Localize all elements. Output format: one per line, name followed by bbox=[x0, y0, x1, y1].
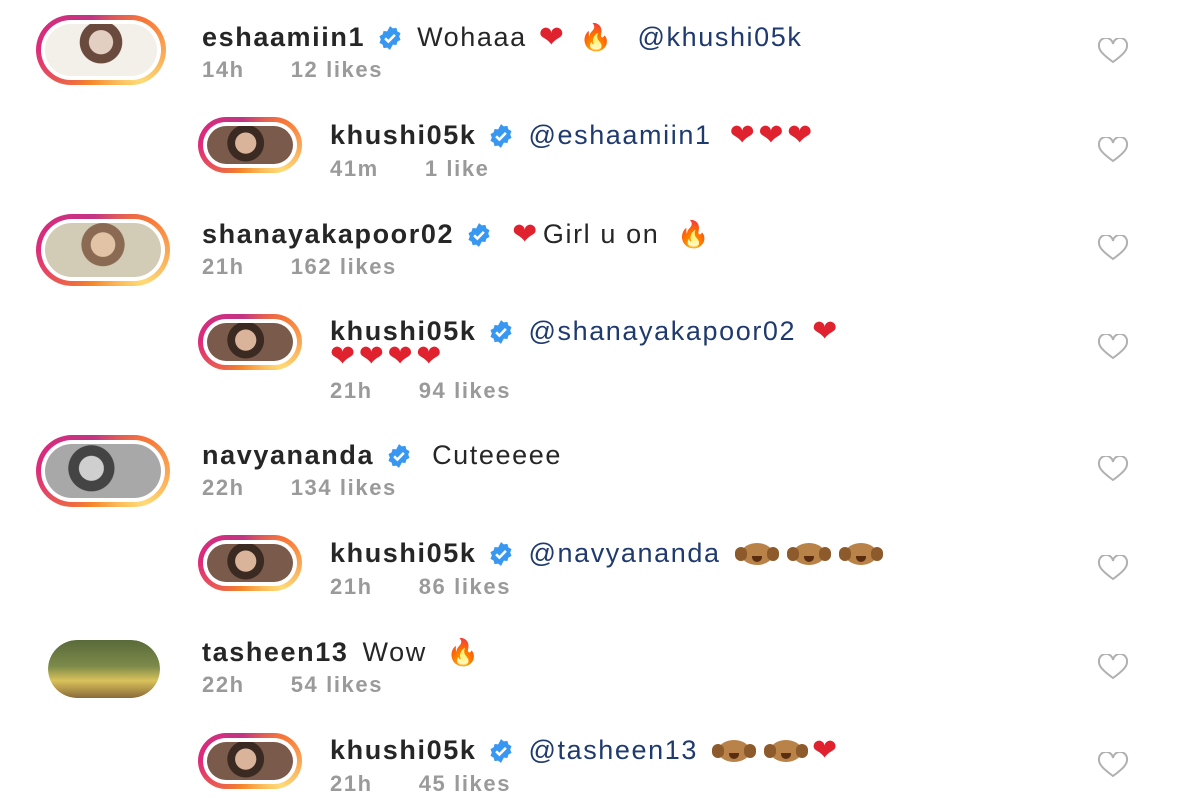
heart-emoji-icon: ❤ bbox=[358, 339, 386, 374]
like-heart-icon[interactable] bbox=[1096, 38, 1130, 64]
comment-likes[interactable]: 134 likes bbox=[291, 475, 397, 500]
heart-emoji-icon: ❤ bbox=[729, 117, 757, 153]
comment-mention[interactable]: @eshaamiin1 bbox=[528, 120, 711, 151]
verified-badge-icon bbox=[388, 443, 410, 468]
comment-mention[interactable]: @shanayakapoor02 bbox=[528, 316, 796, 347]
heart-emoji-icon: ❤ bbox=[812, 313, 839, 349]
comment-time: 22h bbox=[202, 475, 245, 500]
avatar[interactable] bbox=[198, 314, 302, 370]
comment-time: 21h bbox=[330, 771, 373, 796]
comment-username[interactable]: eshaamiin1 bbox=[202, 22, 365, 53]
heart-emoji-icon: ❤ bbox=[812, 732, 839, 768]
comment-username[interactable]: khushi05k bbox=[330, 538, 476, 569]
like-heart-icon[interactable] bbox=[1096, 654, 1130, 680]
heart-emoji-icon: ❤ bbox=[787, 117, 814, 153]
speak-no-evil-monkey-emoji-icon bbox=[764, 738, 808, 764]
heart-emoji-icon: ❤ bbox=[758, 117, 786, 153]
comment-time: 21h bbox=[330, 574, 373, 599]
avatar[interactable] bbox=[36, 214, 170, 286]
comment-likes[interactable]: 12 likes bbox=[291, 57, 383, 82]
like-heart-icon[interactable] bbox=[1096, 555, 1130, 581]
comment-text: Cuteeeee bbox=[432, 440, 562, 470]
comment-likes[interactable]: 45 likes bbox=[419, 771, 511, 796]
like-heart-icon[interactable] bbox=[1096, 334, 1130, 360]
comment-username[interactable]: tasheen13 bbox=[202, 637, 348, 668]
fire-emoji-icon: 🔥 bbox=[579, 22, 614, 53]
comment-mention[interactable]: @khushi05k bbox=[638, 22, 803, 53]
speak-no-evil-monkey-emoji-icon bbox=[786, 541, 831, 567]
heart-emoji-icon: ❤ bbox=[387, 339, 415, 374]
comment-likes[interactable]: 1 like bbox=[425, 156, 490, 181]
comment-time: 21h bbox=[330, 378, 373, 403]
comment-time: 14h bbox=[202, 57, 245, 82]
avatar[interactable] bbox=[48, 640, 160, 698]
comment-text: Wohaaa bbox=[417, 22, 527, 52]
like-heart-icon[interactable] bbox=[1096, 137, 1130, 163]
comment-mention[interactable]: @tasheen13 bbox=[528, 735, 698, 766]
verified-badge-icon bbox=[379, 25, 401, 50]
comment-likes[interactable]: 54 likes bbox=[291, 672, 383, 697]
heart-emoji-icon: ❤ bbox=[512, 216, 539, 252]
avatar[interactable] bbox=[198, 535, 302, 591]
comment-username[interactable]: navyananda bbox=[202, 440, 374, 471]
comment-username[interactable]: shanayakapoor02 bbox=[202, 219, 454, 250]
comment-time: 22h bbox=[202, 672, 245, 697]
speak-no-evil-monkey-emoji-icon bbox=[712, 738, 756, 764]
comment-time: 41m bbox=[330, 156, 379, 181]
comment-username[interactable]: khushi05k bbox=[330, 735, 476, 766]
heart-emoji-icon: ❤ bbox=[330, 339, 357, 374]
avatar[interactable] bbox=[36, 435, 170, 507]
verified-badge-icon bbox=[490, 123, 512, 148]
comment-likes[interactable]: 162 likes bbox=[291, 254, 397, 279]
fire-emoji-icon: 🔥 bbox=[677, 219, 712, 250]
comment-text: Girl u on bbox=[542, 219, 660, 249]
speak-no-evil-monkey-emoji-icon bbox=[734, 541, 779, 567]
heart-emoji-icon: ❤ bbox=[416, 339, 443, 374]
like-heart-icon[interactable] bbox=[1096, 235, 1130, 261]
like-heart-icon[interactable] bbox=[1096, 456, 1130, 482]
verified-badge-icon bbox=[490, 319, 512, 344]
verified-badge-icon bbox=[490, 541, 512, 566]
comment-likes[interactable]: 86 likes bbox=[419, 574, 511, 599]
comment-likes[interactable]: 94 likes bbox=[419, 378, 511, 403]
avatar[interactable] bbox=[198, 733, 302, 789]
like-heart-icon[interactable] bbox=[1096, 752, 1130, 778]
fire-emoji-icon: 🔥 bbox=[446, 637, 481, 668]
speak-no-evil-monkey-emoji-icon bbox=[838, 541, 883, 567]
verified-badge-icon bbox=[490, 738, 512, 763]
comment-mention[interactable]: @navyananda bbox=[528, 538, 720, 569]
heart-emoji-icon: ❤ bbox=[538, 19, 566, 55]
verified-badge-icon bbox=[468, 222, 490, 247]
comment-time: 21h bbox=[202, 254, 245, 279]
comment-username[interactable]: khushi05k bbox=[330, 120, 476, 151]
comment-text: Wow bbox=[362, 637, 427, 667]
avatar[interactable] bbox=[198, 117, 302, 173]
avatar[interactable] bbox=[36, 15, 166, 85]
